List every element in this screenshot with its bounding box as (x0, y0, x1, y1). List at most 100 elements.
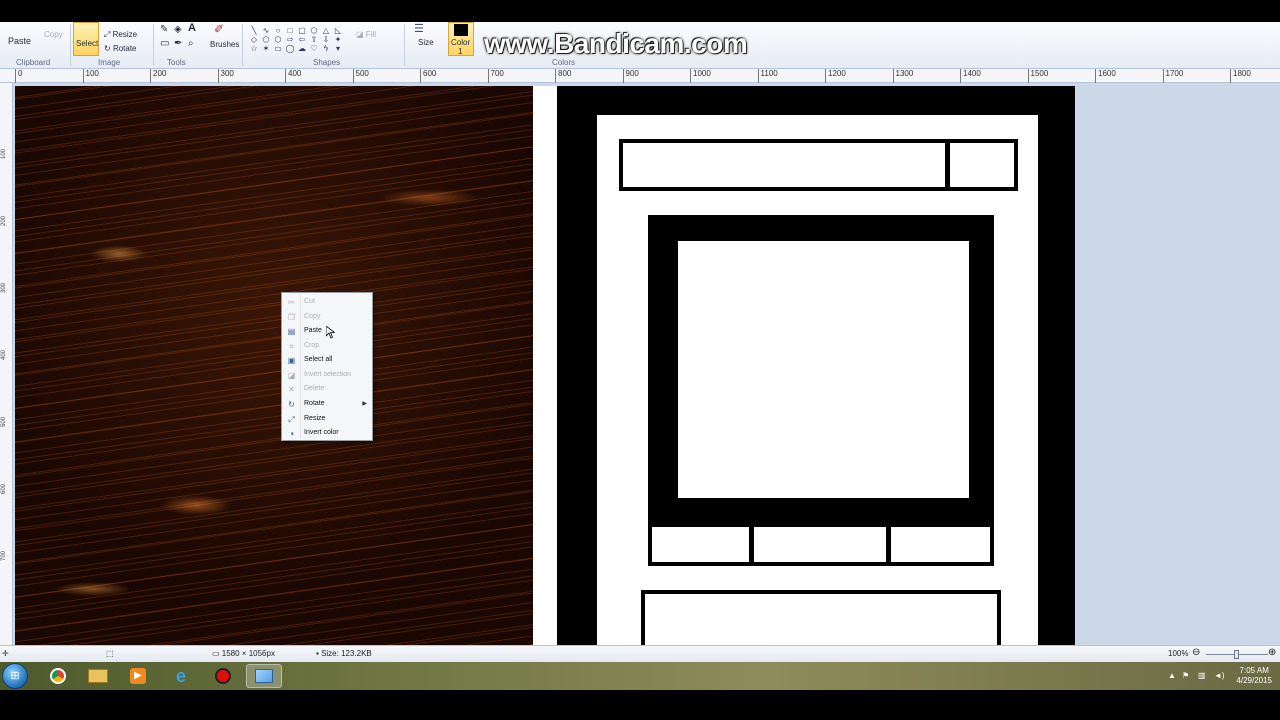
chrome-icon[interactable] (40, 664, 76, 688)
select-all-icon: ▣ (287, 356, 296, 365)
wireframe-header-box (619, 139, 1018, 191)
size-icon: ☰ (414, 23, 424, 35)
start-icon[interactable]: ⊞ (2, 663, 28, 689)
magnifier-icon[interactable]: ⌕ (188, 38, 194, 49)
hexagon-shape-icon[interactable]: ⬡ (272, 35, 284, 44)
copy-button[interactable]: Copy (44, 30, 63, 39)
copy-icon: ❐ (287, 313, 296, 322)
triangle-shape-icon[interactable]: △ (320, 26, 332, 35)
curve-shape-icon[interactable]: ∿ (260, 26, 272, 35)
menu-item-label: Delete (304, 385, 325, 392)
down-arrow-shape-icon[interactable]: ⇩ (320, 35, 332, 44)
wireframe-button-divider (886, 523, 891, 566)
right-triangle-shape-icon[interactable]: ◺ (332, 26, 344, 35)
ribbon-divider (153, 24, 154, 66)
shapes-group-label: Shapes (313, 58, 341, 67)
pencil-icon[interactable]: ✎ (160, 24, 168, 35)
wireframe-button-divider (749, 523, 754, 566)
rounded-rect-shape-icon[interactable]: ▢ (296, 26, 308, 35)
zoom-out-icon[interactable]: ⊖ (1192, 647, 1200, 658)
callout-oval-shape-icon[interactable]: ◯ (284, 44, 296, 53)
menu-item-label: Rotate (304, 400, 325, 407)
up-arrow-shape-icon[interactable]: ⇧ (308, 35, 320, 44)
paste-button[interactable]: Paste (8, 36, 31, 46)
menu-item-select-all[interactable]: ▣ Select all (282, 354, 372, 368)
internet-explorer-icon[interactable]: e (163, 664, 199, 688)
rotate-button[interactable]: ↻ Rotate (104, 44, 137, 53)
scissors-icon: ✂ (288, 298, 295, 307)
show-hidden-icons-icon[interactable]: ▲ (1168, 671, 1176, 680)
fill-button[interactable]: ◪ Fill (356, 30, 376, 39)
rotate-label: Rotate (112, 44, 137, 53)
callout-rect-shape-icon[interactable]: ▭ (272, 44, 284, 53)
canvas-white-area[interactable] (533, 86, 557, 645)
shapes-gallery[interactable]: ╲ ∿ ○ □ ▢ ⬠ △ ◺ ◇ ⬠ ⬡ ⇨ ⇦ ⇧ ⇩ ✦ ☆ ✶ ▭ ◯ ☁ ♡ ϟ ▾ (248, 26, 344, 54)
ruler-tick-label: 1200 (825, 69, 846, 83)
invert-color-icon: ◑ (289, 429, 294, 438)
ruler-tick-label: 200 (150, 69, 166, 83)
color1-button[interactable]: Color 1 (448, 22, 474, 56)
callout-cloud-shape-icon[interactable]: ☁ (296, 44, 308, 53)
wireframe-main-content (678, 241, 969, 498)
ruler-tick-label: 1700 (1162, 69, 1183, 83)
wireframe-header-divider (945, 139, 950, 191)
right-arrow-shape-icon[interactable]: ⇨ (284, 35, 296, 44)
ruler-tick-label: 600 (420, 69, 436, 83)
mouse-cursor-icon (326, 326, 335, 339)
file-explorer-icon[interactable] (80, 664, 116, 688)
fill-label: Fill (365, 30, 376, 39)
wireframe-footer-box (641, 590, 1001, 645)
more-shapes-icon[interactable]: ▾ (332, 44, 344, 53)
ruler-tick-label: 200 (1, 215, 7, 226)
vertical-ruler: 100 200 300 400 500 600 700 (0, 83, 13, 645)
wireframe-drawing[interactable] (557, 86, 1075, 645)
heart-shape-icon[interactable]: ♡ (308, 44, 320, 53)
media-player-icon[interactable]: ▶ (120, 664, 156, 688)
menu-item-rotate[interactable]: ↻ Rotate ▶ (282, 398, 372, 412)
star4-shape-icon[interactable]: ✦ (332, 35, 344, 44)
action-center-icon[interactable]: ⚑ (1182, 671, 1189, 680)
ruler-tick-label: 1300 (892, 69, 913, 83)
canvas-workspace[interactable] (13, 83, 1280, 645)
star5-shape-icon[interactable]: ☆ (248, 44, 260, 53)
zoom-level: 100% (1168, 649, 1189, 658)
fill-bucket-icon[interactable]: ◈ (174, 24, 182, 35)
paste-icon: ▤ (287, 327, 296, 336)
paint-icon[interactable] (246, 664, 282, 688)
dimensions-icon: ▭ (212, 649, 222, 658)
light-trails-image[interactable] (15, 86, 533, 645)
volume-icon[interactable]: ◄) (1214, 671, 1225, 680)
color-picker-icon[interactable]: ✒ (174, 38, 182, 49)
eraser-icon[interactable]: ▭ (160, 38, 169, 49)
text-tool-icon[interactable]: A (188, 22, 196, 34)
resize-button[interactable]: ⤢ Resize (104, 30, 137, 40)
ruler-tick-label: 1100 (757, 69, 778, 83)
clock[interactable]: 7:05 AM 4/29/2015 (1236, 666, 1272, 686)
line-shape-icon[interactable]: ╲ (248, 26, 260, 35)
ruler-tick-label: 800 (555, 69, 571, 83)
ruler-tick-label: 900 (622, 69, 639, 83)
resize-icon: ⤢ (104, 30, 113, 39)
size-button[interactable]: Size (418, 38, 434, 47)
clock-date: 4/29/2015 (1236, 676, 1272, 685)
oval-shape-icon[interactable]: ○ (272, 26, 284, 35)
zoom-slider-thumb[interactable] (1234, 650, 1239, 659)
menu-item-invert-color[interactable]: ◑ Invert color (282, 427, 372, 441)
menu-item-invert-selection: ◪ Invert selection (282, 369, 372, 383)
lightning-shape-icon[interactable]: ϟ (320, 44, 332, 53)
ruler-tick-label: 600 (1, 483, 7, 494)
network-icon[interactable]: ▥ (1198, 671, 1206, 680)
left-arrow-shape-icon[interactable]: ⇦ (296, 35, 308, 44)
rectangle-shape-icon[interactable]: □ (284, 26, 296, 35)
pentagon-shape-icon[interactable]: ⬠ (260, 35, 272, 44)
diamond-shape-icon[interactable]: ◇ (248, 35, 260, 44)
zoom-in-icon[interactable]: ⊕ (1268, 647, 1276, 658)
menu-item-resize[interactable]: ⤢ Resize (282, 413, 372, 427)
select-button[interactable]: Select (73, 22, 99, 56)
ruler-tick-label: 1500 (1027, 69, 1048, 83)
star6-shape-icon[interactable]: ✶ (260, 44, 272, 53)
paint-window: Paste Copy Clipboard Select ⤢ Resize ↻ R… (0, 0, 1280, 720)
polygon-shape-icon[interactable]: ⬠ (308, 26, 320, 35)
brushes-button[interactable]: Brushes (210, 40, 239, 49)
bandicam-icon[interactable] (205, 664, 241, 688)
